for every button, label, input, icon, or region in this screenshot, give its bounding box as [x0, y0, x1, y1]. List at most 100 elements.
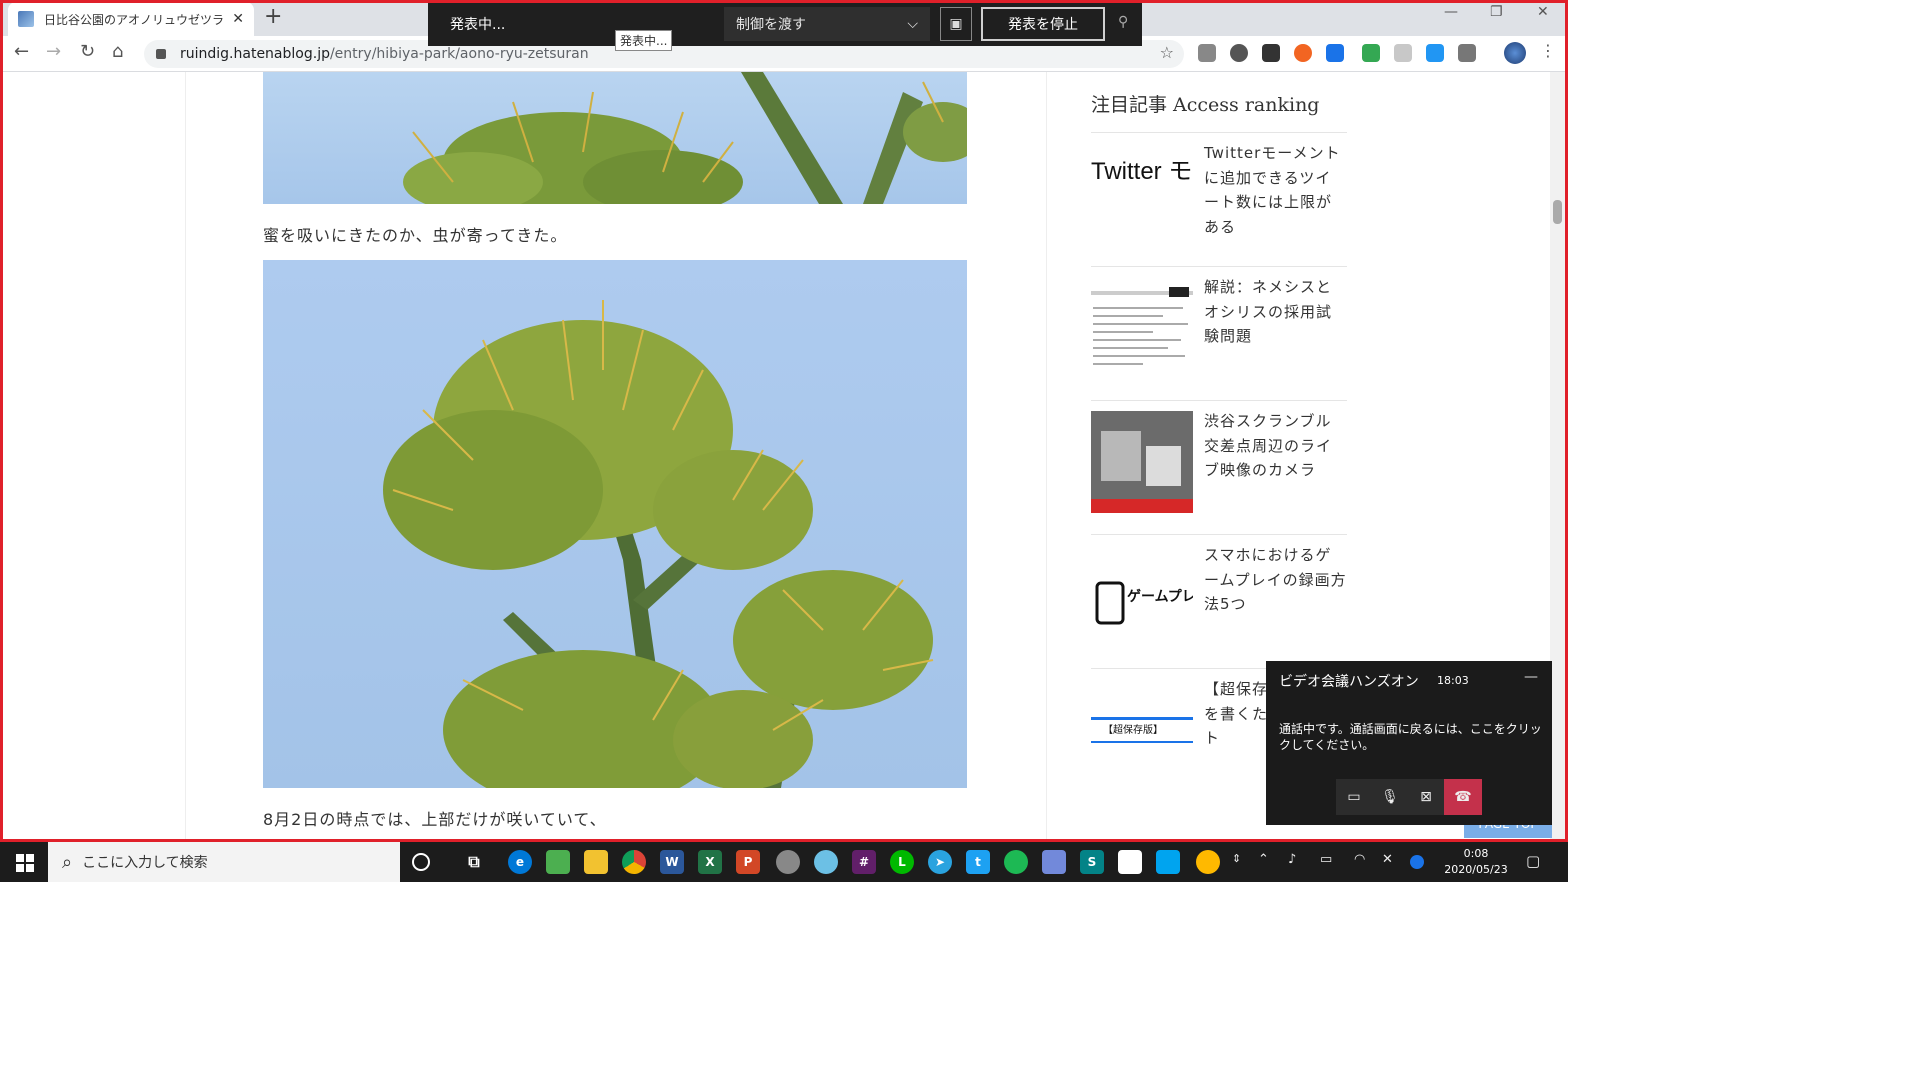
sway-icon[interactable]: S: [1080, 850, 1104, 874]
scrollbar-thumb[interactable]: [1553, 200, 1562, 224]
battery-icon[interactable]: ▭: [1320, 852, 1332, 867]
file-explorer-icon[interactable]: [584, 850, 608, 874]
line-icon[interactable]: L: [890, 850, 914, 874]
task-view-icon[interactable]: ⧉: [462, 850, 486, 874]
word-icon[interactable]: W: [660, 850, 684, 874]
lock-icon: [156, 49, 166, 59]
powerpoint-icon[interactable]: P: [736, 850, 760, 874]
browser-tab-active[interactable]: 日比谷公園のアオノリュウゼツラン 20 ✕: [8, 2, 254, 36]
discord-icon[interactable]: [1042, 850, 1066, 874]
ranking-item[interactable]: 渋谷スクランブル交差点周辺のライブ映像のカメラ: [1091, 400, 1347, 534]
page-scrollbar[interactable]: [1550, 72, 1565, 840]
extension-icon[interactable]: [1198, 44, 1216, 62]
cortana-icon[interactable]: [412, 853, 430, 871]
action-center-icon[interactable]: ▢: [1526, 852, 1540, 870]
presenting-tooltip: 発表中...: [615, 30, 673, 51]
ranking-item[interactable]: Twitter モーメントの 上限 Twitterモーメントに追加できるツイート…: [1091, 132, 1347, 266]
pin-icon[interactable]: ⚲: [1118, 14, 1128, 30]
include-audio-icon[interactable]: ▣: [940, 7, 972, 41]
paint-icon[interactable]: [814, 850, 838, 874]
twitter-icon[interactable]: t: [966, 850, 990, 874]
camera-off-icon[interactable]: ▭: [1336, 779, 1372, 815]
extension-share-icon[interactable]: [1426, 44, 1444, 62]
ranking-item-title[interactable]: 渋谷スクランブル交差点周辺のライブ映像のカメラ: [1204, 409, 1347, 483]
extension-shield-icon[interactable]: [1262, 44, 1280, 62]
reload-icon[interactable]: ↻: [80, 41, 95, 62]
ranking-thumbnail: 【超保存版】: [1091, 679, 1193, 781]
slack-icon[interactable]: #: [852, 850, 876, 874]
tab-title: 日比谷公園のアオノリュウゼツラン 20: [44, 12, 224, 27]
browser-menu-icon[interactable]: ⋮: [1540, 41, 1556, 60]
ranking-item[interactable]: ゲームプレイ の録画 スマホにおけるゲームプレイの録画方法5つ: [1091, 534, 1347, 668]
camera-app-icon[interactable]: [1156, 850, 1180, 874]
extension-doc-icon[interactable]: [1458, 44, 1476, 62]
new-tab-button[interactable]: +: [264, 4, 282, 29]
windows-start-icon[interactable]: [16, 854, 34, 872]
spotify-icon[interactable]: [1004, 850, 1028, 874]
extension-blue-icon[interactable]: [1326, 44, 1344, 62]
give-control-label: 制御を渡す: [736, 17, 806, 33]
bookmark-star-icon[interactable]: ☆: [1160, 43, 1174, 62]
extension-check-icon[interactable]: [1362, 44, 1380, 62]
telegram-icon[interactable]: ➤: [928, 850, 952, 874]
extension-gray-icon[interactable]: [1394, 44, 1412, 62]
give-control-dropdown[interactable]: 制御を渡す ⌵: [724, 7, 930, 41]
microphone-icon[interactable]: 🎙: [1372, 779, 1408, 815]
stop-presenting-button[interactable]: 発表を停止: [981, 7, 1105, 41]
ranking-item-title[interactable]: スマホにおけるゲームプレイの録画方法5つ: [1204, 543, 1347, 617]
ranking-item-title[interactable]: 解説：ネメシスとオシリスの採用試験問題: [1204, 275, 1347, 349]
extension-clock-icon[interactable]: [1230, 44, 1248, 62]
media-player-icon[interactable]: [776, 850, 800, 874]
article-caption-1: 蜜を吸いにきたのか、虫が寄ってきた。: [263, 226, 568, 245]
clock-date: 2020/05/23: [1444, 863, 1508, 876]
call-mini-window[interactable]: ビデオ会議ハンズオン 18:03 — 通話中です。通話画面に戻るには、ここをクリ…: [1266, 661, 1552, 825]
profile-avatar[interactable]: [1504, 42, 1526, 64]
hang-up-icon[interactable]: ☎: [1444, 779, 1482, 815]
article-column: 蜜を吸いにきたのか、虫が寄ってきた。 8月2日の時点では、上部だけが咲いていて、: [185, 72, 1047, 840]
taskbar-search-placeholder: ここに入力して検索: [82, 855, 208, 871]
sidebar-title: 注目記事 Access ranking: [1091, 94, 1320, 116]
call-controls: ▭ 🎙 ⊠ ☎: [1336, 779, 1482, 815]
tips-icon[interactable]: [1196, 850, 1220, 874]
home-icon[interactable]: ⌂: [112, 41, 123, 62]
network-icon[interactable]: ◠: [1354, 852, 1365, 867]
window-close-button[interactable]: ✕: [1537, 4, 1549, 20]
notepad-icon[interactable]: [1118, 850, 1142, 874]
close-x-icon[interactable]: ✕: [1382, 852, 1393, 867]
excel-icon[interactable]: X: [698, 850, 722, 874]
volume-icon[interactable]: ♪: [1288, 852, 1296, 867]
chrome-icon[interactable]: [622, 850, 646, 874]
window-maximize-button[interactable]: ❐: [1490, 4, 1503, 20]
call-return-message[interactable]: 通話中です。通話画面に戻るには、ここをクリックしてください。: [1279, 721, 1543, 753]
ranking-thumbnail: [1091, 277, 1193, 379]
taskbar-search-box[interactable]: ⌕ ここに入力して検索: [48, 842, 400, 882]
show-hidden-icons-icon[interactable]: ⌃: [1258, 852, 1269, 867]
search-icon: ⌕: [62, 851, 73, 873]
ranking-thumbnail: [1091, 411, 1193, 513]
thumb-text-game: ゲームプレイ の録画: [1127, 588, 1193, 604]
article-caption-2: 8月2日の時点では、上部だけが咲いていて、: [263, 810, 607, 829]
taskbar-scroll-icon[interactable]: ⇕: [1232, 852, 1241, 865]
ranking-item-title[interactable]: Twitterモーメントに追加できるツイート数には上限がある: [1204, 141, 1347, 239]
forward-arrow-icon[interactable]: →: [46, 41, 61, 62]
edge-icon[interactable]: e: [508, 850, 532, 874]
ranking-thumbnail: Twitter モーメントの 上限: [1091, 143, 1193, 245]
stop-share-icon[interactable]: ⊠: [1408, 779, 1444, 815]
back-arrow-icon[interactable]: ←: [14, 41, 29, 62]
ranking-thumbnail: ゲームプレイ の録画: [1091, 545, 1193, 647]
extension-orange-icon[interactable]: [1294, 44, 1312, 62]
taskbar-clock[interactable]: 0:08 2020/05/23: [1440, 846, 1512, 878]
ranking-item[interactable]: 解説：ネメシスとオシリスの採用試験問題: [1091, 266, 1347, 400]
tab-close-icon[interactable]: ✕: [232, 11, 244, 27]
windows-taskbar: ⌕ ここに入力して検索 ⧉ e W X P # L ➤ t S ⇕ ⌃ ♪ ▭ …: [0, 842, 1568, 882]
url-path: /entry/hibiya-park/aono-ryu-zetsuran: [329, 46, 589, 62]
onedrive-icon[interactable]: [1410, 855, 1424, 869]
chevron-down-icon: ⌵: [907, 16, 918, 32]
thumb-text-twitter: Twitter モーメントの 上限: [1091, 158, 1193, 185]
window-minimize-button[interactable]: —: [1444, 4, 1458, 20]
agave-photo-top: [263, 72, 967, 204]
call-minimize-button[interactable]: —: [1524, 669, 1538, 685]
presenting-label: 発表中...: [450, 17, 506, 33]
clock-time: 0:08: [1463, 847, 1489, 860]
store-icon[interactable]: [546, 850, 570, 874]
